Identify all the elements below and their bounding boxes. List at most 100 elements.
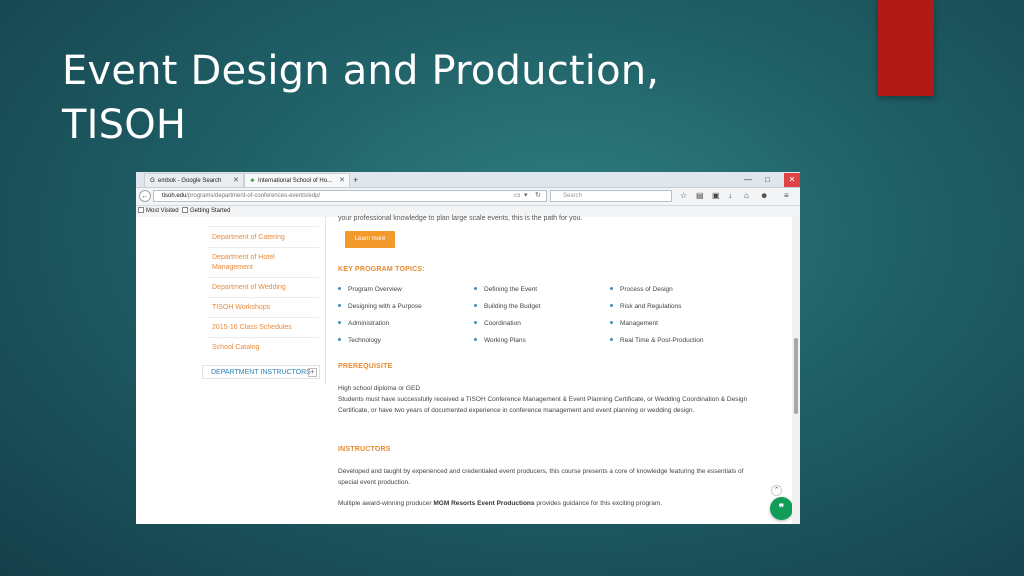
instructors-para2: Multiple award-winning producer MGM Reso…: [338, 498, 748, 509]
divider: [207, 277, 319, 278]
slide-title-line2: TISOH: [62, 102, 187, 148]
bookmark-most-visited[interactable]: Most Visited: [138, 206, 179, 217]
bullet-icon: [610, 287, 613, 290]
topic-label: Management: [620, 320, 658, 327]
prerequisite-heading: PREREQUISITE: [338, 363, 393, 370]
bookmark-star-icon[interactable]: ☆: [680, 191, 687, 201]
topic-label: Designing with a Purpose: [348, 303, 422, 310]
bullet-icon: [610, 321, 613, 324]
topic-item: Program Overview: [338, 285, 402, 294]
divider: [207, 247, 319, 248]
divider: [207, 337, 319, 338]
menu-icon[interactable]: ≡: [784, 191, 789, 201]
topic-label: Working Plans: [484, 337, 526, 344]
instructors-heading: INSTRUCTORS: [338, 446, 391, 453]
close-tab-icon[interactable]: ✕: [339, 174, 345, 188]
learn-more-button[interactable]: Learn more: [345, 231, 395, 248]
bookmark-folder-icon: [138, 207, 144, 213]
bullet-icon: [338, 338, 341, 341]
site-favicon-icon: ♣: [250, 178, 255, 184]
clipboard-icon[interactable]: ▤: [696, 191, 704, 201]
topic-item: Building the Budget: [474, 302, 540, 311]
bullet-icon: [474, 321, 477, 324]
topic-item: Management: [610, 319, 658, 328]
topic-item: Technology: [338, 336, 381, 345]
bullet-icon: [610, 304, 613, 307]
divider: [207, 226, 319, 227]
topic-item: Designing with a Purpose: [338, 302, 422, 311]
vertical-scrollbar[interactable]: [792, 217, 800, 524]
topic-item: Defining the Event: [474, 285, 537, 294]
topic-label: Coordination: [484, 320, 521, 327]
bullet-icon: [338, 304, 341, 307]
search-input[interactable]: Search: [550, 190, 672, 202]
topic-label: Process of Design: [620, 286, 673, 293]
bullet-icon: [610, 338, 613, 341]
topic-item: Risk and Regulations: [610, 302, 681, 311]
topic-item: Administration: [338, 319, 389, 328]
slide-title: Event Design and Production, TISOH: [62, 44, 822, 152]
close-window-icon[interactable]: ✕: [784, 173, 800, 187]
reader-view-icon[interactable]: ▭: [514, 191, 521, 201]
bullet-icon: [474, 287, 477, 290]
scrollbar-thumb[interactable]: [794, 338, 798, 414]
text-segment: Multiple award-winning producer: [338, 500, 434, 507]
sidebar-item-workshops[interactable]: TISOH Workshops: [212, 303, 314, 313]
bullet-icon: [338, 287, 341, 290]
bullet-icon: [338, 321, 341, 324]
slide-title-line1: Event Design and Production,: [62, 48, 660, 94]
url-bar[interactable]: tisoh.edu/programs/department-of-confere…: [153, 190, 547, 202]
bullet-icon: [474, 304, 477, 307]
topic-label: Building the Budget: [484, 303, 541, 310]
scroll-top-icon[interactable]: ⌃: [771, 485, 782, 496]
tab-tisoh[interactable]: ♣ International School of Ho... ✕: [244, 173, 350, 187]
page-icon: [182, 207, 188, 213]
download-icon[interactable]: ↓: [728, 191, 732, 201]
text-segment: provides guidance for this exciting prog…: [534, 500, 663, 507]
minimize-icon[interactable]: —: [744, 173, 752, 187]
dropdown-icon[interactable]: ▾: [524, 191, 528, 201]
reload-icon[interactable]: ↻: [535, 191, 541, 201]
instructors-para1: Developed and taught by experienced and …: [338, 468, 744, 486]
divider: [207, 317, 319, 318]
topic-item: Process of Design: [610, 285, 673, 294]
red-accent-tab: [878, 0, 934, 96]
chat-quote-icon[interactable]: ❞: [770, 497, 793, 520]
tab-google-search[interactable]: Gembok - Google Search ✕: [144, 173, 244, 187]
back-arrow-icon[interactable]: ←: [139, 190, 151, 202]
sidebar-item-class-schedules[interactable]: 2015-16 Class Schedules: [212, 323, 314, 333]
chat-icon[interactable]: ☻: [760, 191, 768, 201]
key-topics-heading: KEY PROGRAM TOPICS:: [338, 266, 425, 273]
search-placeholder: Search: [563, 193, 583, 199]
sidebar-item-school-catalog[interactable]: School Catalog: [212, 343, 314, 353]
department-instructors-toggle[interactable]: DEPARTMENT INSTRUCTORS +: [202, 365, 320, 379]
divider: [207, 297, 319, 298]
tab-bar: Gembok - Google Search ✕ ♣ International …: [136, 172, 800, 188]
producer-name: MGM Resorts Event Productions: [433, 500, 535, 507]
url-path: /programs/department-of-conferences-even…: [186, 193, 321, 199]
bullet-icon: [474, 338, 477, 341]
topic-item: Working Plans: [474, 336, 526, 345]
bookmark-label: Getting Started: [190, 208, 231, 214]
sidebar-item-catering[interactable]: Department of Catering: [212, 233, 314, 243]
url-domain: tisoh.edu: [162, 193, 187, 199]
bookmark-getting-started[interactable]: Getting Started: [182, 206, 230, 217]
maximize-icon[interactable]: □: [765, 173, 770, 187]
lock-icon[interactable]: ▣: [712, 191, 720, 201]
intro-text: your professional knowledge to plan larg…: [338, 215, 583, 222]
expand-plus-icon[interactable]: +: [308, 368, 317, 377]
topic-item: Coordination: [474, 319, 521, 328]
department-sidebar: Department of Catering Department of Hot…: [201, 217, 326, 385]
tab-label: embok - Google Search: [158, 178, 222, 184]
close-tab-icon[interactable]: ✕: [233, 174, 239, 188]
new-tab-icon[interactable]: +: [353, 173, 358, 187]
topic-label: Administration: [348, 320, 390, 327]
sidebar-item-wedding[interactable]: Department of Wedding: [212, 283, 314, 293]
tab-label: International School of Ho...: [258, 178, 333, 184]
sidebar-item-hotel-management[interactable]: Department of Hotel Management: [212, 253, 314, 273]
topic-label: Risk and Regulations: [620, 303, 682, 310]
home-icon[interactable]: ⌂: [744, 191, 749, 201]
bookmark-label: Most Visited: [146, 208, 179, 214]
topic-label: Defining the Event: [484, 286, 538, 293]
navigation-bar: ← tisoh.edu/programs/department-of-confe…: [136, 188, 800, 206]
